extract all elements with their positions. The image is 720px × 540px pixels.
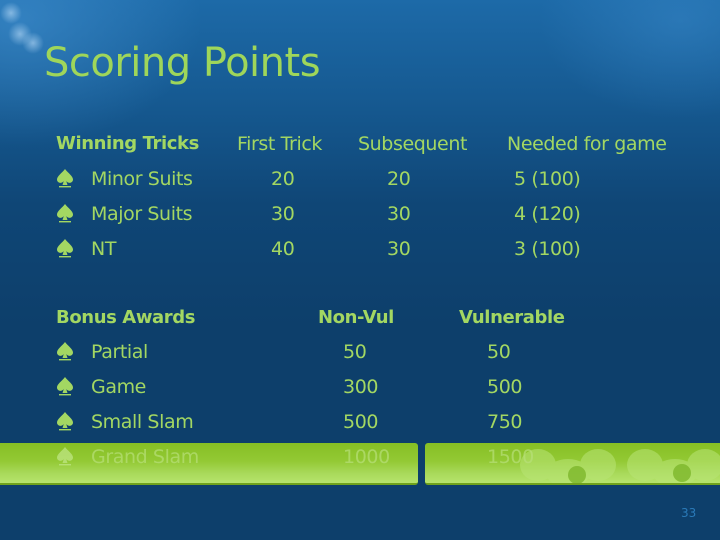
spade-icon [57,204,73,223]
subsequent-major-suits: 30 [387,203,411,225]
first-trick-nt: 40 [271,238,295,260]
first-trick-minor-suits: 20 [271,168,295,190]
spade-icon [57,239,73,258]
non-vul-partial: 50 [343,341,367,363]
vulnerable-game: 500 [487,376,523,398]
bonus-label-game: Game [91,376,146,398]
spade-icon [57,412,73,431]
lens-glow-decoration [22,32,44,54]
header-vulnerable: Vulnerable [459,307,565,328]
vulnerable-small-slam: 750 [487,411,523,433]
vulnerable-partial: 50 [487,341,511,363]
needed-nt: 3 (100) [514,238,581,260]
non-vul-grand-slam: 1000 [343,446,390,468]
row-label-minor-suits: Minor Suits [91,168,193,190]
page-number: 33 [681,506,697,520]
bonus-label-grand-slam: Grand Slam [91,446,199,468]
slide: Scoring Points Winning Tricks First Tric… [0,0,720,540]
row-label-nt: NT [91,238,117,260]
non-vul-small-slam: 500 [343,411,379,433]
bonus-label-small-slam: Small Slam [91,411,194,433]
row-label-major-suits: Major Suits [91,203,193,225]
header-needed-for-game: Needed for game [507,133,667,155]
subsequent-nt: 30 [387,238,411,260]
slide-title: Scoring Points [44,40,321,86]
vulnerable-grand-slam: 1500 [487,446,534,468]
non-vul-game: 300 [343,376,379,398]
first-trick-major-suits: 30 [271,203,295,225]
lens-glow-decoration [0,2,22,24]
bonus-label-partial: Partial [91,341,148,363]
spade-icon [57,169,73,188]
needed-major-suits: 4 (120) [514,203,581,225]
header-winning-tricks: Winning Tricks [56,133,199,154]
needed-minor-suits: 5 (100) [514,168,581,190]
header-subsequent: Subsequent [358,133,468,155]
header-first-trick: First Trick [237,133,322,155]
spade-icon [57,447,73,466]
header-non-vul: Non-Vul [318,307,394,328]
subsequent-minor-suits: 20 [387,168,411,190]
flower-decoration [520,449,720,483]
header-bonus-awards: Bonus Awards [56,307,196,328]
spade-icon [57,377,73,396]
spade-icon [57,342,73,361]
